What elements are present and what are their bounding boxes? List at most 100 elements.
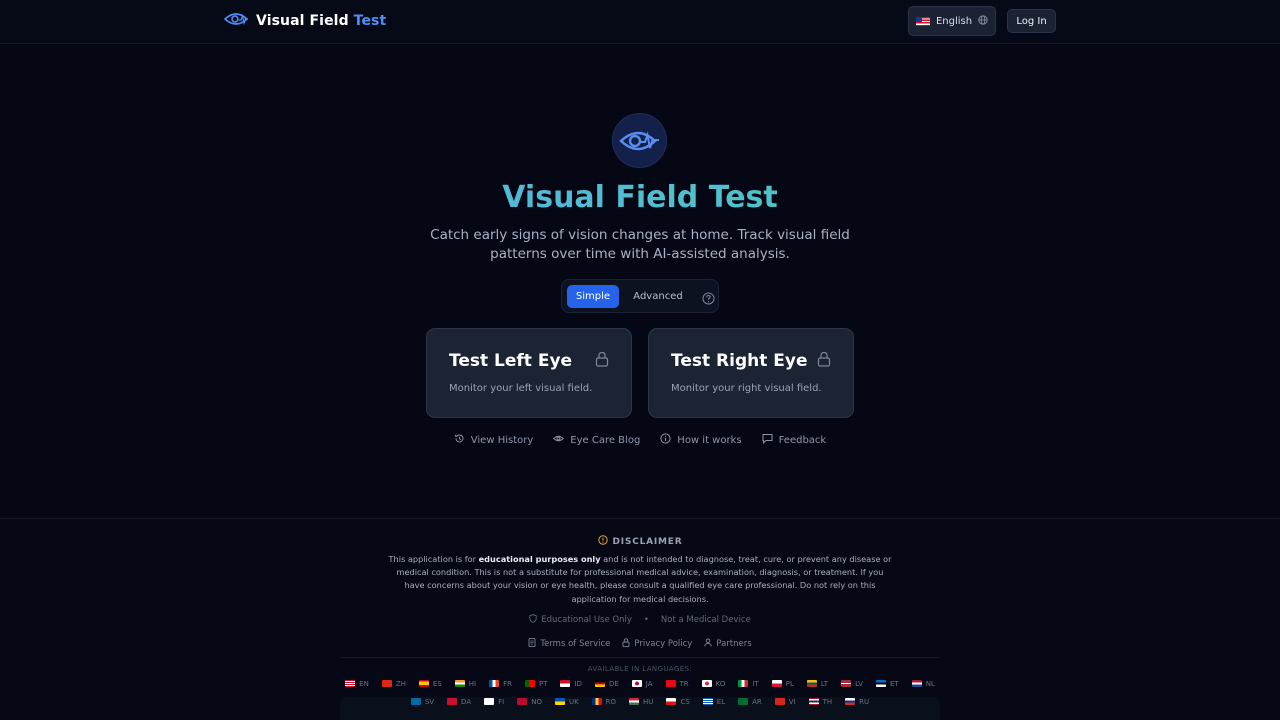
flag-icon xyxy=(629,698,640,705)
language-chip[interactable]: TR xyxy=(665,679,689,688)
mode-simple-button[interactable]: Simple xyxy=(567,285,619,308)
feedback-link[interactable]: Feedback xyxy=(762,432,827,448)
compliance-badges: Educational Use Only • Not a Medical Dev… xyxy=(0,614,1280,626)
language-chip[interactable]: JA xyxy=(631,679,653,688)
flag-icon xyxy=(381,680,392,687)
language-chip[interactable]: ES xyxy=(418,679,442,688)
language-code: ID xyxy=(574,679,582,688)
language-code: HI xyxy=(468,679,477,688)
language-chip[interactable]: IT xyxy=(738,679,759,688)
top-navbar: Visual Field Test English Log In xyxy=(0,0,1280,44)
login-button[interactable]: Log In xyxy=(1007,9,1056,33)
flag-icon xyxy=(771,680,782,687)
language-chip[interactable]: TH xyxy=(808,697,833,706)
language-code: FR xyxy=(503,679,512,688)
flag-icon xyxy=(875,680,886,687)
language-chip[interactable]: LV xyxy=(841,679,863,688)
flag-icon xyxy=(806,680,817,687)
language-chip[interactable]: EN xyxy=(345,679,369,688)
language-list: EN ZH ES HI FR PT ID DE JA TR KO IT PL LT LV ET NL SV DA FI… xyxy=(340,679,940,706)
language-chip[interactable]: HI xyxy=(454,679,477,688)
flag-icon xyxy=(410,698,421,705)
flag-icon xyxy=(774,698,785,705)
link-label: How it works xyxy=(677,434,742,446)
divider xyxy=(340,657,940,658)
language-code: TH xyxy=(822,697,833,706)
card-description: Monitor your right visual field. xyxy=(671,383,822,394)
flag-icon xyxy=(560,680,571,687)
test-right-eye-card[interactable]: Test Right Eye Monitor your right visual… xyxy=(648,328,854,418)
language-chip[interactable]: CS xyxy=(666,697,690,706)
flag-icon xyxy=(524,680,535,687)
flag-icon xyxy=(702,698,713,705)
educational-use-badge: Educational Use Only xyxy=(529,614,632,626)
how-it-works-link[interactable]: How it works xyxy=(660,432,742,448)
language-chip[interactable]: ID xyxy=(560,679,582,688)
brand-title: Visual Field Test xyxy=(256,13,387,29)
flag-icon xyxy=(841,680,852,687)
language-chip[interactable]: UK xyxy=(554,697,579,706)
language-chip[interactable]: AR xyxy=(738,697,762,706)
eye-logo-icon xyxy=(223,11,249,31)
language-code: RO xyxy=(605,697,617,706)
mode-toggle: Simple Advanced xyxy=(561,279,719,313)
disclaimer-title: DISCLAIMER xyxy=(612,536,683,547)
language-code: NO xyxy=(531,697,542,706)
lock-icon xyxy=(595,351,609,367)
language-chip[interactable]: ZH xyxy=(381,679,406,688)
language-chip[interactable]: VI xyxy=(774,697,796,706)
language-code: ET xyxy=(889,679,899,688)
not-medical-device-badge: Not a Medical Device xyxy=(660,615,751,625)
history-icon xyxy=(454,433,465,447)
language-code: EN xyxy=(359,679,369,688)
language-code: KO xyxy=(715,679,726,688)
language-chip[interactable]: DA xyxy=(447,697,471,706)
language-code: CS xyxy=(680,697,690,706)
legal-links: Terms of Service Privacy Policy Partners xyxy=(0,638,1280,650)
language-code: ES xyxy=(432,679,442,688)
test-left-eye-card[interactable]: Test Left Eye Monitor your left visual f… xyxy=(426,328,632,418)
flag-icon xyxy=(447,698,458,705)
language-chip[interactable]: EL xyxy=(702,697,726,706)
language-code: SV xyxy=(424,697,435,706)
help-icon[interactable] xyxy=(702,290,715,305)
partners-link[interactable]: Partners xyxy=(704,638,752,650)
page-subtitle: Catch early signs of vision changes at h… xyxy=(430,227,850,262)
mode-advanced-button[interactable]: Advanced xyxy=(626,285,690,308)
language-chip[interactable]: RU xyxy=(845,697,869,706)
flag-icon xyxy=(345,680,356,687)
eye-care-blog-link[interactable]: Eye Care Blog xyxy=(553,432,640,448)
language-chip[interactable]: LT xyxy=(806,679,828,688)
message-icon xyxy=(762,433,773,447)
view-history-link[interactable]: View History xyxy=(454,432,533,448)
us-flag-icon xyxy=(915,16,930,26)
language-code: JA xyxy=(645,679,653,688)
language-chip[interactable]: RO xyxy=(591,697,617,706)
language-chip[interactable]: DE xyxy=(594,679,619,688)
flag-icon xyxy=(738,680,749,687)
language-chip[interactable]: FR xyxy=(489,679,512,688)
language-code: RU xyxy=(859,697,870,706)
language-chip[interactable]: PT xyxy=(524,679,547,688)
language-chip[interactable]: ET xyxy=(875,679,899,688)
language-code: EL xyxy=(716,697,726,706)
language-code: DE xyxy=(608,679,619,688)
terms-of-service-link[interactable]: Terms of Service xyxy=(528,638,610,650)
language-chip[interactable]: NL xyxy=(911,679,935,688)
card-description: Monitor your left visual field. xyxy=(449,383,593,394)
language-code: NL xyxy=(925,679,935,688)
language-selector[interactable]: English xyxy=(908,6,996,36)
language-chip[interactable]: SV xyxy=(410,697,435,706)
privacy-policy-link[interactable]: Privacy Policy xyxy=(622,638,692,650)
language-chip[interactable]: FI xyxy=(484,697,504,706)
brand-logo-link[interactable]: Visual Field Test xyxy=(223,10,387,32)
user-icon xyxy=(704,638,712,650)
globe-icon xyxy=(978,14,988,28)
language-chip[interactable]: NO xyxy=(517,697,542,706)
link-label: Feedback xyxy=(778,434,827,446)
language-chip[interactable]: HU xyxy=(629,697,653,706)
language-chip[interactable]: PL xyxy=(771,679,794,688)
language-code: IT xyxy=(752,679,759,688)
card-title: Test Left Eye xyxy=(449,351,573,371)
language-chip[interactable]: KO xyxy=(701,679,726,688)
